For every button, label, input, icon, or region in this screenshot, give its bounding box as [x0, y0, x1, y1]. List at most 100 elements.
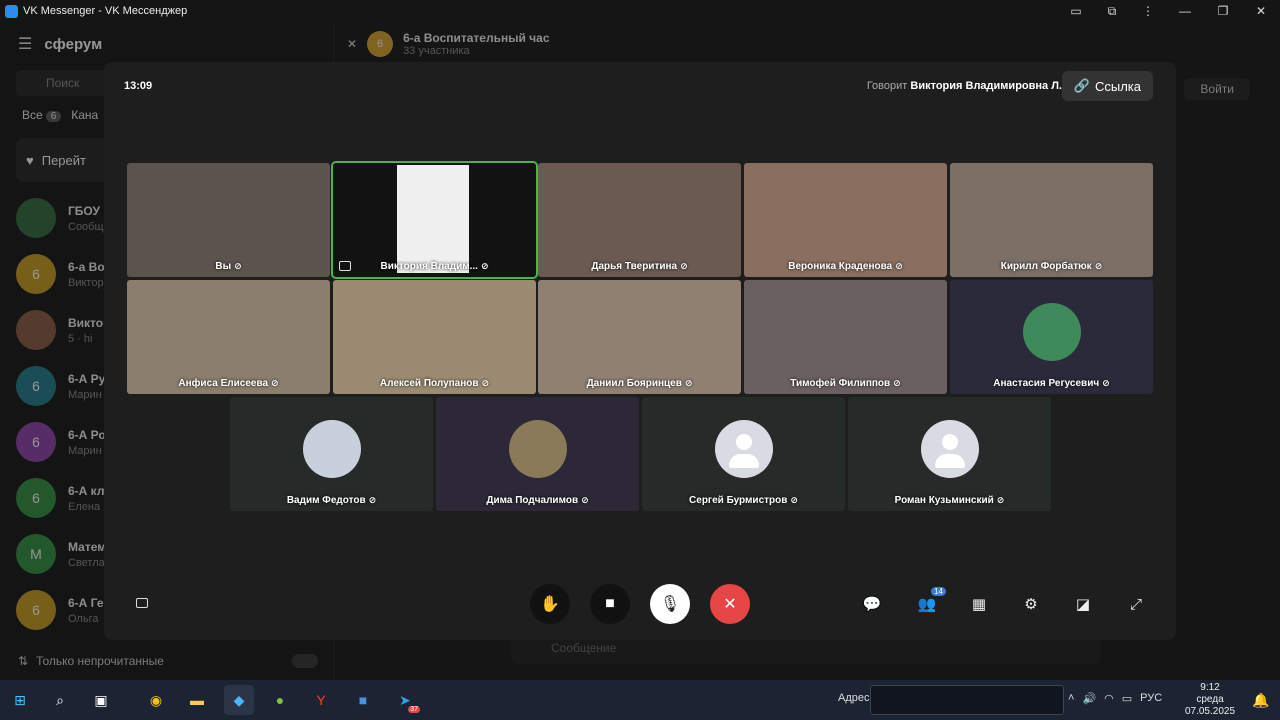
call-duration: 13:09 [124, 80, 153, 92]
sidebar-header: ☰ сферум [0, 22, 333, 66]
link-icon: 🔗 [1073, 78, 1090, 93]
join-call-button[interactable]: Войти [1184, 78, 1250, 100]
folder-icon: ▬ [190, 692, 204, 708]
explorer-app[interactable]: ▬ [182, 685, 212, 715]
chat-button[interactable]: 💬 [857, 589, 887, 619]
task-view-icon: ▣ [94, 691, 108, 708]
volume-icon[interactable]: 🔊 [1082, 692, 1096, 705]
participants-button[interactable]: 👥 14 [912, 587, 946, 619]
mic-off-icon: ⊘ [234, 261, 242, 271]
chat-header: ✕ 6 6-а Воспитательный час 33 участника [335, 22, 1280, 66]
chat-item-avatar: 6 [16, 254, 56, 294]
participant-name: Роман Кузьминский ⊘ [894, 495, 1005, 506]
video-icon[interactable]: ▭ [1058, 0, 1094, 22]
mic-off-icon: ⊘ [680, 261, 688, 271]
chat-item-title: ГБОУ [68, 203, 100, 218]
fullscreen-button[interactable]: ⤢ [1121, 589, 1151, 619]
call-window: 13:09 Говорит Виктория Владимировна Л. 🔗… [104, 62, 1176, 640]
mic-off-icon: 🎙 [659, 596, 681, 613]
fullscreen-icon: ⤢ [1129, 595, 1142, 613]
vk-messenger-icon [5, 4, 18, 18]
utorrent-icon: ● [275, 692, 285, 708]
gear-icon: ⚙ [1024, 596, 1038, 613]
utorrent-app[interactable]: ● [265, 685, 295, 715]
chat-item-avatar [16, 310, 56, 350]
extension-icon[interactable]: ⧉ [1094, 0, 1130, 22]
screen-share-icon[interactable] [136, 598, 148, 608]
vk-app[interactable]: ■ [348, 685, 378, 715]
participant-name: Сергей Бурмистров ⊘ [689, 495, 798, 506]
participant-tile[interactable]: Кирилл Форбатюк ⊘ [950, 163, 1153, 277]
more-icon[interactable]: ⋮ [1130, 0, 1166, 22]
person-icon [941, 434, 958, 450]
mic-off-icon: ⊘ [480, 261, 489, 271]
participant-tile[interactable]: Роман Кузьминский ⊘ [848, 397, 1051, 511]
chrome-app[interactable]: ◉ [141, 685, 171, 715]
close-window-button[interactable]: ✕ [1242, 0, 1280, 22]
chevron-up-icon[interactable]: ˄ [1068, 692, 1074, 705]
participant-tile[interactable]: Анфиса Елисеева ⊘ [127, 280, 330, 394]
yandex-icon: Y [316, 692, 326, 708]
minimize-button[interactable]: — [1166, 0, 1204, 22]
participant-tile[interactable]: Тимофей Филиппов ⊘ [744, 280, 947, 394]
telegram-app[interactable]: ➤ 37 [390, 685, 420, 715]
participant-tile[interactable]: Виктория Владим... ⊘ [331, 161, 538, 279]
chat-item-avatar: М [16, 534, 56, 574]
vk-messenger-app[interactable]: ◆ [224, 685, 254, 715]
menu-icon[interactable]: ☰ [18, 34, 32, 54]
tab-channels[interactable]: Кана [71, 108, 98, 122]
unread-toggle[interactable] [292, 654, 318, 668]
chat-icon: 💬 [862, 596, 882, 613]
maximize-button[interactable]: ❐ [1204, 0, 1242, 22]
camera-button[interactable]: ■ [590, 584, 630, 624]
close-chat-icon[interactable]: ✕ [347, 37, 357, 51]
participant-tile[interactable]: Вадим Федотов ⊘ [230, 397, 433, 511]
participant-tile[interactable]: Дарья Тверитина ⊘ [538, 163, 741, 277]
notifications-button[interactable]: 🔔 [1246, 685, 1276, 715]
taskbar-clock[interactable]: 9:12 среда 07.05.2025 [1182, 682, 1238, 718]
participant-name: Вадим Федотов ⊘ [286, 495, 377, 506]
chat-item-preview: Марин [68, 388, 102, 401]
chat-avatar: 6 [367, 31, 394, 57]
wifi-icon[interactable]: ◠ [1104, 692, 1114, 705]
tab-all[interactable]: Все 6 [22, 108, 62, 122]
participant-tile[interactable]: Вы ⊘ [127, 163, 330, 277]
language-indicator[interactable]: РУС [1140, 692, 1162, 705]
participant-tile[interactable]: Сергей Бурмистров ⊘ [642, 397, 845, 511]
participant-name: Анфиса Елисеева ⊘ [178, 378, 279, 389]
chat-item-avatar: 6 [16, 422, 56, 462]
participant-tile[interactable]: Дима Подчалимов ⊘ [436, 397, 639, 511]
yandex-app[interactable]: Y [306, 685, 336, 715]
vk-messenger-taskbar-icon: ◆ [233, 691, 245, 708]
participant-tile[interactable]: Вероника Краденова ⊘ [744, 163, 947, 277]
person-icon [735, 434, 752, 450]
pip-button[interactable]: ◪ [1068, 589, 1098, 619]
hand-icon: ✋ [540, 596, 560, 613]
raise-hand-button[interactable]: ✋ [530, 584, 570, 624]
chat-item-title: Матем [68, 539, 107, 554]
chat-item-avatar: 6 [16, 478, 56, 518]
mic-off-icon: ⊘ [684, 378, 693, 388]
chat-subtitle: 33 участника [403, 45, 470, 57]
layout-button[interactable]: ▦ [964, 589, 994, 619]
participant-tile[interactable]: Алексей Полупанов ⊘ [333, 280, 536, 394]
camera-icon: ■ [605, 595, 615, 612]
unread-only-filter[interactable]: ⇅ Только непрочитанные [18, 654, 318, 668]
task-view-button[interactable]: ▣ [86, 685, 116, 715]
battery-icon[interactable]: ▭ [1122, 692, 1132, 705]
address-input[interactable] [870, 685, 1064, 715]
default-avatar [920, 420, 979, 478]
chat-item-title: 6-а Во [68, 259, 105, 274]
participant-name: Алексей Полупанов ⊘ [379, 378, 490, 389]
end-call-button[interactable]: ✕ [710, 584, 750, 624]
start-button[interactable]: ⊞ [5, 685, 35, 715]
mute-button[interactable]: 🎙 [650, 584, 690, 624]
participant-name: Вы ⊘ [215, 261, 242, 272]
settings-button[interactable]: ⚙ [1016, 589, 1046, 619]
call-link-button[interactable]: 🔗 Ссылка [1061, 71, 1153, 101]
participant-tile[interactable]: Даниил Бояринцев ⊘ [538, 280, 741, 394]
chat-item-avatar: 6 [16, 590, 56, 630]
participant-tile[interactable]: Анастасия Регусевич ⊘ [950, 280, 1153, 394]
pip-icon: ◪ [1075, 596, 1091, 613]
search-taskbar-button[interactable]: ⌕ [45, 685, 75, 715]
